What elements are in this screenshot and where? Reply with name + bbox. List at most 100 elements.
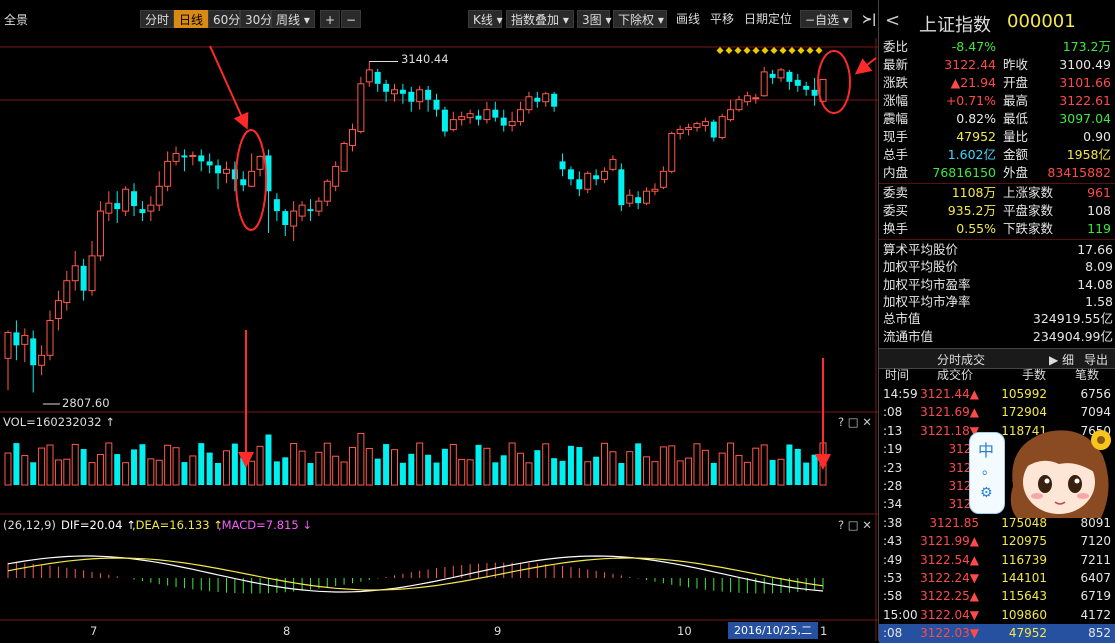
index-overlay-dropdown[interactable]: 指数叠加 ▾ — [506, 10, 574, 28]
trade-cell: :19 — [883, 442, 903, 457]
volume-bar — [701, 449, 709, 486]
candle-body — [803, 85, 810, 90]
candle-body — [542, 93, 550, 103]
trade-cell: :28 — [883, 479, 903, 493]
trade-cell: 3122.04▼ — [920, 607, 979, 622]
volume-bar — [475, 444, 482, 485]
candle-body — [659, 170, 667, 188]
volume-bar — [693, 443, 701, 486]
volume-bar — [769, 459, 776, 485]
trade-row[interactable]: :58 3122.25▲ 115643 6719 — [879, 587, 1115, 606]
trade-row[interactable]: :08 3121.69▲ 172904 7094 — [879, 403, 1115, 422]
volume-bar — [668, 445, 676, 486]
period-dropdown-weekly[interactable]: 周线 ▾ — [271, 10, 315, 28]
trade-row[interactable]: :08 3122.03▼ 47952 852 — [879, 624, 1115, 643]
stat-label: 加权平均市净率 — [883, 293, 971, 309]
mascot-input-icon[interactable]: 中 — [978, 437, 994, 461]
k-type-dropdown[interactable]: K线 ▾ — [468, 10, 503, 28]
trade-row[interactable]: :49 3122.54▲ 116739 7211 — [879, 551, 1115, 570]
trades-tab[interactable]: 分时成交 — [937, 351, 985, 368]
market-stat-row: 流通市值 234904.99亿 — [879, 328, 1115, 346]
trade-row[interactable]: 14:59 3121.44▲ 105992 6756 — [879, 385, 1115, 404]
period-tab-60min[interactable]: 60分 — [208, 10, 240, 28]
period-tab-30min[interactable]: 30分 — [240, 10, 272, 28]
volume-bar — [492, 462, 499, 485]
trade-cell: :13 — [883, 423, 903, 438]
export-button[interactable]: 导出 — [1084, 351, 1108, 368]
trade-cell: 3121.44▲ — [920, 387, 979, 401]
quote-row: 震幅 0.82% 最低 3097.04 — [879, 110, 1115, 128]
volume-bar — [4, 452, 12, 486]
candle-body — [735, 99, 743, 111]
mascot-toolbar[interactable]: 中 。 ⚙ — [969, 432, 1005, 514]
quote-row: 委买 935.2万 平盘家数 108 — [879, 202, 1115, 220]
volume-bar — [760, 444, 768, 486]
trade-cell: 115643 — [1001, 589, 1047, 604]
annotation-layer — [209, 45, 877, 470]
vol-panel-controls[interactable]: ? □ ✕ — [838, 414, 872, 430]
stat-value: 1.58 — [1085, 293, 1113, 309]
mascot-punct-icon[interactable]: 。 — [982, 459, 996, 479]
candle-body — [348, 129, 356, 146]
zoom-in-button[interactable]: + — [320, 10, 340, 28]
trade-row[interactable]: :43 3121.99▲ 120975 7120 — [879, 532, 1115, 551]
candle-body — [769, 73, 776, 78]
volume-bar — [206, 452, 213, 485]
candle-body — [701, 121, 709, 127]
signal-diamond — [770, 47, 778, 54]
zoom-out-button[interactable]: − — [341, 10, 361, 28]
back-chevron-icon[interactable]: < — [885, 10, 900, 31]
volume-bar — [155, 459, 163, 486]
candle-body — [181, 155, 188, 158]
trade-cell: :08 — [883, 405, 903, 420]
trade-cell: 852 — [1088, 626, 1111, 641]
date-axis-label-9: 9 — [494, 624, 502, 638]
kline-chart-area[interactable] — [0, 38, 878, 641]
watchlist-dropdown[interactable]: −自选 ▾ — [800, 10, 852, 28]
macd-panel-controls[interactable]: ? □ ✕ — [838, 517, 872, 533]
trade-row[interactable]: :53 3122.24▼ 144101 6407 — [879, 569, 1115, 588]
trade-row[interactable]: 15:00 3122.04▼ 109860 4172 — [879, 606, 1115, 625]
candle-body — [248, 170, 256, 187]
market-stat-row: 加权平均市盈率 14.08 — [879, 276, 1115, 294]
candle-body — [105, 202, 113, 214]
trade-cell: 3122.24▼ — [920, 571, 979, 585]
settings-gear-icon[interactable]: ⚙ — [980, 485, 993, 501]
candle-body — [693, 123, 701, 129]
panorama-label[interactable]: 全景 — [4, 11, 28, 28]
candle-body — [777, 69, 785, 79]
candle-body — [88, 255, 96, 292]
volume-bar — [38, 447, 46, 486]
volume-bar — [340, 461, 348, 486]
chart-count-dropdown[interactable]: 3图 ▾ — [577, 10, 611, 28]
mascot-widget[interactable]: 中 。 ⚙ — [969, 426, 1115, 521]
signal-diamond — [806, 47, 814, 54]
volume-bar — [483, 447, 491, 486]
period-tab-intraday[interactable]: 分时 — [140, 10, 174, 28]
volume-bar — [752, 447, 760, 486]
volume-bar — [449, 444, 457, 486]
quote-field-label: 最低 — [1003, 111, 1029, 126]
volume-bar — [786, 444, 793, 485]
pan-button[interactable]: 平移 — [706, 10, 738, 28]
volume-bar — [298, 450, 306, 486]
date-locate-button[interactable]: 日期定位 — [740, 10, 796, 28]
draw-line-button[interactable]: 画线 — [672, 10, 704, 28]
trade-cell: 3122.54▲ — [920, 552, 979, 567]
volume-bar — [584, 461, 592, 486]
trades-detail-tab[interactable]: ▶ 细 — [1049, 351, 1074, 368]
period-tab-daily[interactable]: 日线 — [174, 10, 208, 28]
volume-bar — [357, 432, 365, 486]
volume-bar — [593, 456, 600, 485]
macd-value: ,MACD=7.815 ↓ — [218, 518, 312, 532]
volume-bar — [433, 462, 440, 485]
candle-body — [4, 331, 12, 359]
candle-body — [122, 188, 130, 212]
stat-label: 加权平均股价 — [883, 259, 959, 275]
trade-cell: 120975 — [1001, 534, 1047, 549]
quote-field-label: 震幅 — [883, 111, 909, 126]
candle-body — [635, 197, 642, 204]
volume-bar — [525, 462, 533, 486]
trade-cell: 6756 — [1080, 387, 1111, 401]
rights-adjust-dropdown[interactable]: 下除权 ▾ — [613, 10, 667, 28]
